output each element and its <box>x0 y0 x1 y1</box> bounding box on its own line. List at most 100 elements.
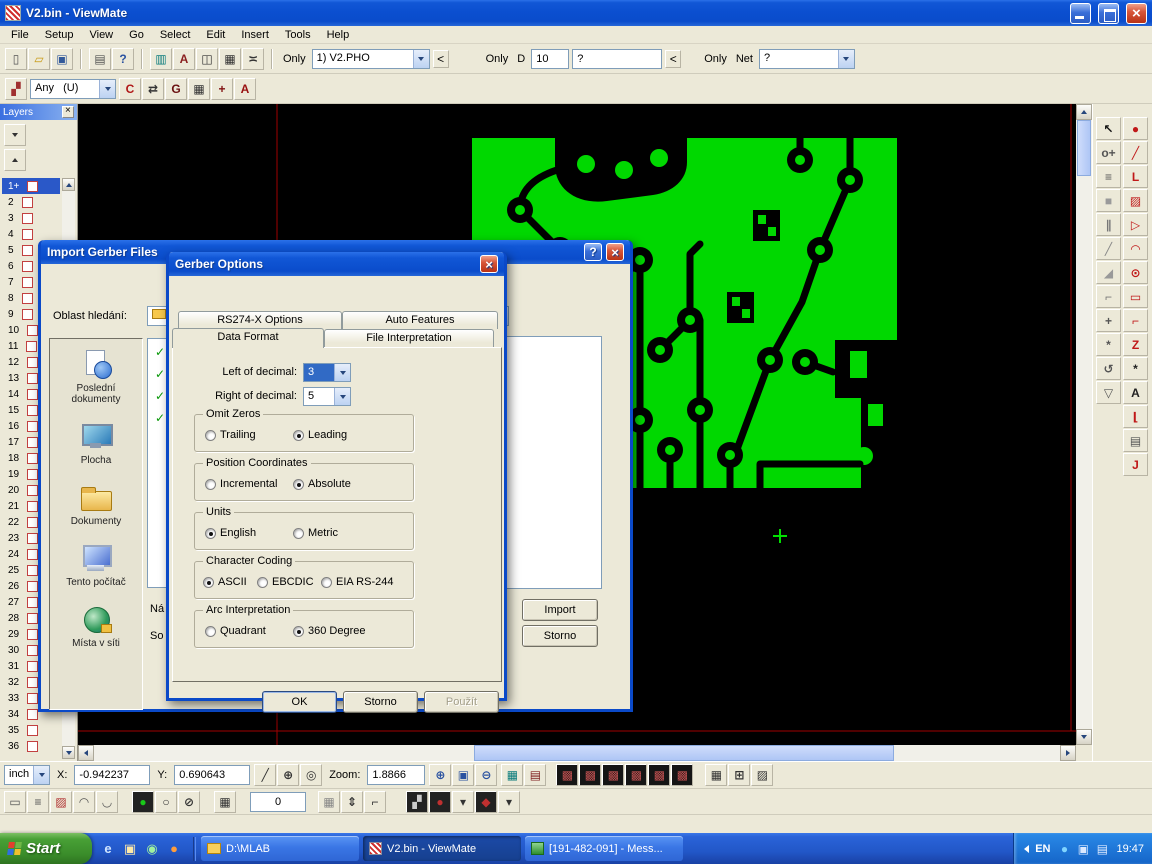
place-computer[interactable]: Tento počítač <box>50 533 142 594</box>
arc-down-icon[interactable]: ◡ <box>96 791 118 813</box>
highlight-net-icon[interactable]: ▨ <box>50 791 72 813</box>
vertical-scrollbar[interactable] <box>1076 104 1092 745</box>
pad-copy-icon[interactable]: o+ <box>1096 141 1121 164</box>
corner-snap-icon[interactable]: ⌐ <box>364 791 386 813</box>
tray-volume-icon[interactable]: ▣ <box>1075 841 1091 857</box>
target-tool-icon[interactable]: ⊙ <box>1123 261 1148 284</box>
steps-tool-icon[interactable]: ⌐ <box>1096 285 1121 308</box>
text-tool-icon[interactable]: A <box>234 78 256 100</box>
chevron-down-icon[interactable] <box>99 80 115 98</box>
tab-auto-features[interactable]: Auto Features <box>342 311 498 329</box>
radio-english[interactable] <box>205 528 216 539</box>
help-select-icon[interactable]: ? <box>112 48 134 70</box>
snap-grid-icon[interactable]: ▦ <box>214 791 236 813</box>
zoom-window-icon[interactable]: ▣ <box>452 764 474 786</box>
grid-dots-icon[interactable]: ▦ <box>501 764 523 786</box>
board-view-icon[interactable]: ◫ <box>196 48 218 70</box>
pan-tool-icon[interactable]: ╱ <box>254 764 276 786</box>
radio-incremental[interactable] <box>205 479 216 490</box>
firefox-icon[interactable]: ● <box>164 839 184 859</box>
apply-button[interactable]: Použít <box>424 691 499 713</box>
layer-row[interactable]: 2 <box>2 194 60 210</box>
scroll-left-icon[interactable] <box>78 745 94 761</box>
task-mlab[interactable]: D:\MLAB <box>201 836 359 861</box>
chevron-down-icon[interactable] <box>838 50 854 68</box>
radio-ebcdic[interactable] <box>257 577 268 588</box>
gerber-tool-icon[interactable]: G <box>165 78 187 100</box>
layers-panel-titlebar[interactable]: Layers <box>0 104 77 120</box>
tray-keyboard-icon[interactable]: ▤ <box>1094 841 1110 857</box>
horizontal-scroll-thumb[interactable] <box>474 745 894 761</box>
ok-button[interactable]: OK <box>262 691 337 713</box>
grid-small-icon[interactable]: ▦ <box>705 764 727 786</box>
pointer-tool-icon[interactable]: ↖ <box>1096 117 1121 140</box>
pattern-dropdown-icon[interactable]: ▾ <box>452 791 474 813</box>
anchor-icon[interactable]: ◎ <box>300 764 322 786</box>
tab-data-format[interactable]: Data Format <box>172 328 324 348</box>
chevron-down-icon[interactable] <box>334 388 350 405</box>
place-network[interactable]: Místa v síti <box>50 594 142 655</box>
tab-rs274x-options[interactable]: RS274-X Options <box>178 311 342 329</box>
layer-row[interactable]: 36 <box>2 738 60 754</box>
layers-scroll-up-icon[interactable] <box>62 178 75 191</box>
triangle-tool-icon[interactable]: ▷ <box>1123 213 1148 236</box>
ie-icon[interactable]: e <box>98 839 118 859</box>
close-button[interactable] <box>1126 3 1147 24</box>
diamond-pattern-icon[interactable]: ◆ <box>475 791 497 813</box>
left-of-decimal-combo[interactable]: 3 <box>303 363 351 382</box>
import-button[interactable]: Import <box>522 599 598 621</box>
arc-tool-icon[interactable]: ◠ <box>1123 237 1148 260</box>
layers-close-icon[interactable] <box>62 106 74 118</box>
radio-360-degree[interactable] <box>293 626 304 637</box>
layer-move-down-button[interactable] <box>4 124 26 146</box>
fill-pattern-icon[interactable]: ▞ <box>406 791 428 813</box>
export-tool-icon[interactable]: ▽ <box>1096 381 1121 404</box>
menu-item[interactable]: Go <box>121 27 152 43</box>
star-tool-icon[interactable]: * <box>1123 357 1148 380</box>
swap-tool-icon[interactable]: ⇄ <box>142 78 164 100</box>
new-file-icon[interactable]: ▯ <box>5 48 27 70</box>
menu-item[interactable]: Select <box>152 27 199 43</box>
gear-tool-icon[interactable]: * <box>1096 333 1121 356</box>
aperture-list-button[interactable]: ▞ <box>5 78 27 100</box>
language-indicator[interactable]: EN <box>1035 843 1050 855</box>
rotation-value[interactable]: 0 <box>250 792 306 812</box>
zoom-value[interactable]: 1.8866 <box>367 765 425 785</box>
panel-tool-icon[interactable]: ▤ <box>1123 429 1148 452</box>
restore-button[interactable] <box>1098 3 1119 24</box>
film-view-1-icon[interactable]: ▩ <box>556 764 578 786</box>
layer-move-up-button[interactable] <box>4 149 26 171</box>
scroll-right-icon[interactable] <box>1060 745 1076 761</box>
menu-item[interactable]: Insert <box>233 27 277 43</box>
polyline-tool-icon[interactable]: L <box>1123 165 1148 188</box>
menu-item[interactable]: File <box>3 27 37 43</box>
unit-combo[interactable]: inch <box>4 765 50 785</box>
grid-icon[interactable]: ▦ <box>188 78 210 100</box>
l-corner-tool-icon[interactable]: ⌊ <box>1123 405 1148 428</box>
grid-lines-icon[interactable]: ▤ <box>524 764 546 786</box>
open-folder-icon[interactable]: ▱ <box>28 48 50 70</box>
place-documents[interactable]: Dokumenty <box>50 472 142 533</box>
layer-filter-combo[interactable]: Any (U) <box>30 79 116 99</box>
pad-tool-icon[interactable]: ● <box>1123 117 1148 140</box>
film-view-6-icon[interactable]: ▩ <box>671 764 693 786</box>
gerber-dialog-titlebar[interactable]: Gerber Options <box>169 252 504 276</box>
film-view-4-icon[interactable]: ▩ <box>625 764 647 786</box>
text-a-tool-icon[interactable]: A <box>1123 381 1148 404</box>
radio-absolute[interactable] <box>293 479 304 490</box>
radio-trailing[interactable] <box>205 430 216 441</box>
dialog-close-button[interactable] <box>480 255 498 273</box>
circle-tool-icon[interactable]: C <box>119 78 141 100</box>
arc-up-icon[interactable]: ◠ <box>73 791 95 813</box>
prev-file-button[interactable]: < <box>433 50 449 68</box>
tab-file-interpretation[interactable]: File Interpretation <box>324 329 494 347</box>
radio-leading[interactable] <box>293 430 304 441</box>
dialog-close-button[interactable] <box>606 243 624 261</box>
dialog-help-button[interactable]: ? <box>584 243 602 261</box>
start-button[interactable]: Start <box>0 833 92 864</box>
grid-toggle-icon[interactable]: ▦ <box>219 48 241 70</box>
storno-button[interactable]: Storno <box>343 691 418 713</box>
measure-icon[interactable]: ≍ <box>242 48 264 70</box>
print-icon[interactable]: ▤ <box>89 48 111 70</box>
menu-item[interactable]: Edit <box>198 27 233 43</box>
